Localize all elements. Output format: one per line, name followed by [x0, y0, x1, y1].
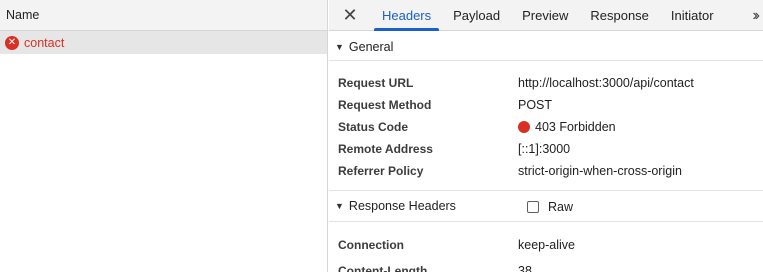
general-section-body: Request URL http://localhost:3000/api/co…	[329, 61, 763, 191]
status-code-key: Status Code	[338, 120, 409, 134]
name-column-header[interactable]: Name	[0, 0, 327, 31]
general-row: Request Method POST	[329, 94, 763, 116]
request-name: contact	[24, 35, 65, 50]
response-headers-section-header[interactable]: ▼ Response Headers Raw	[329, 191, 763, 222]
referrer-policy-key: Referrer Policy	[338, 164, 424, 178]
details-tabbar: ✕ Headers Payload Preview Response Initi…	[329, 0, 763, 31]
remote-address-value[interactable]: [::1]:3000	[518, 142, 570, 156]
tab-preview[interactable]: Preview	[511, 0, 579, 30]
general-row: Remote Address [::1]:3000	[329, 138, 763, 160]
general-row: Request URL http://localhost:3000/api/co…	[329, 72, 763, 94]
remote-address-key: Remote Address	[338, 142, 433, 156]
general-section-title: General	[348, 40, 394, 54]
response-headers-title: Response Headers	[348, 199, 456, 213]
close-icon[interactable]: ✕	[329, 0, 371, 30]
status-code-text: 403 Forbidden	[535, 120, 616, 134]
request-method-key: Request Method	[338, 98, 432, 112]
tab-response[interactable]: Response	[579, 0, 660, 30]
error-icon: ✕	[5, 35, 19, 50]
status-dot-icon	[518, 121, 530, 133]
request-method-value[interactable]: POST	[518, 98, 552, 112]
content-length-value[interactable]: 38	[518, 264, 532, 272]
response-header-row: Connection keep-alive	[329, 232, 763, 258]
referrer-policy-value[interactable]: strict-origin-when-cross-origin	[518, 164, 682, 178]
expand-triangle-icon: ▼	[335, 201, 344, 211]
general-row: Referrer Policy strict-origin-when-cross…	[329, 160, 763, 182]
raw-checkbox[interactable]	[527, 200, 539, 213]
request-list-pane: Name ✕ contact	[0, 0, 328, 272]
tab-initiator[interactable]: Initiator	[660, 0, 725, 30]
raw-toggle[interactable]: Raw	[527, 191, 573, 222]
tab-payload[interactable]: Payload	[442, 0, 511, 30]
connection-value[interactable]: keep-alive	[518, 238, 575, 252]
tab-headers[interactable]: Headers	[371, 0, 442, 31]
request-url-key: Request URL	[338, 76, 414, 90]
general-section-header[interactable]: ▼ General	[329, 34, 763, 61]
expand-triangle-icon: ▼	[335, 42, 344, 52]
request-details-pane: ✕ Headers Payload Preview Response Initi…	[329, 0, 763, 272]
general-row: Status Code 403 Forbidden	[329, 116, 763, 138]
request-url-value[interactable]: http://localhost:3000/api/contact	[518, 76, 694, 90]
chevron-double-right-icon[interactable]: ››	[752, 0, 759, 31]
response-headers-body: Connection keep-alive Content-Length 38	[329, 222, 763, 272]
content-length-key: Content-Length	[338, 264, 428, 272]
response-header-row: Content-Length 38	[329, 258, 763, 272]
status-code-value[interactable]: 403 Forbidden	[518, 120, 616, 134]
connection-key: Connection	[338, 238, 404, 252]
raw-label: Raw	[548, 199, 574, 214]
request-row-contact[interactable]: ✕ contact	[0, 31, 327, 54]
